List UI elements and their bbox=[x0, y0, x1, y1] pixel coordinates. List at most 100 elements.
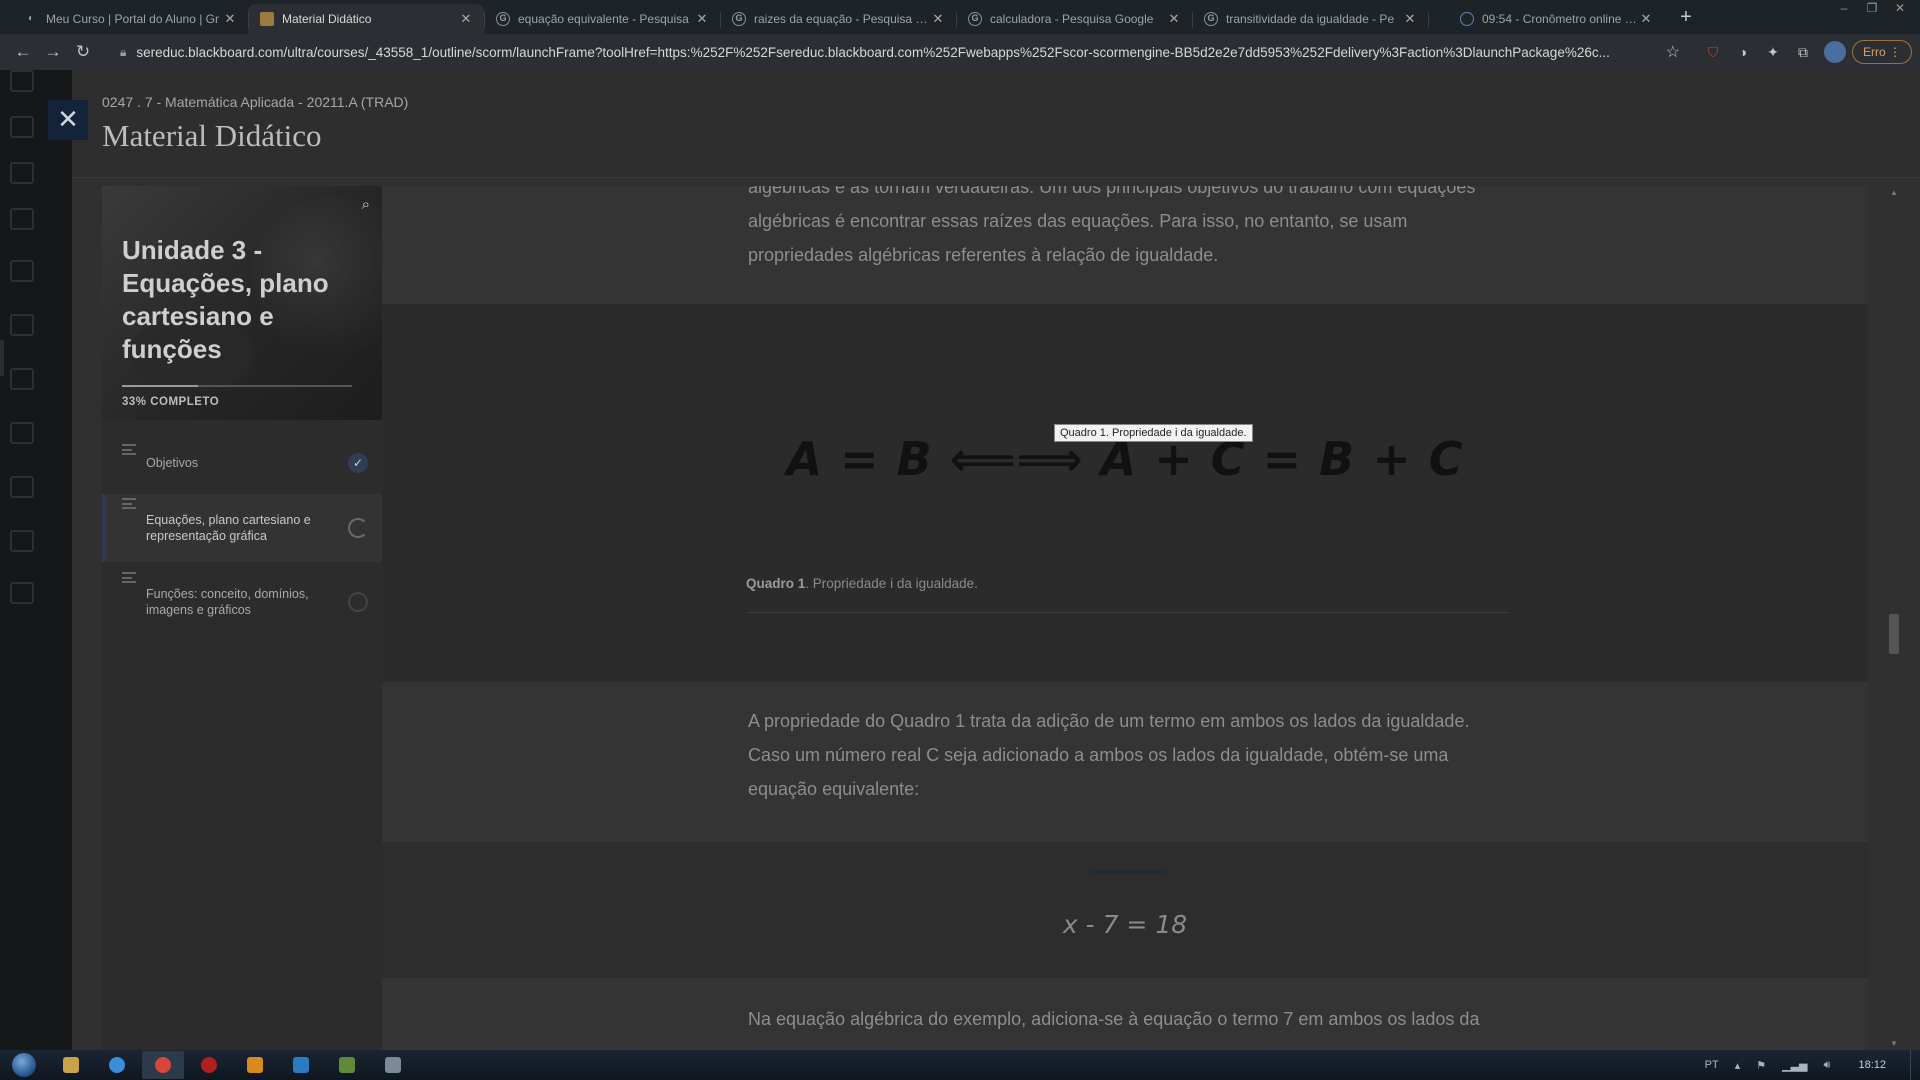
close-tab-icon[interactable]: ✕ bbox=[1638, 11, 1654, 27]
extension-icon[interactable]: ✦ bbox=[1758, 38, 1788, 66]
in-progress-icon bbox=[348, 518, 368, 538]
sign-out-icon[interactable] bbox=[10, 582, 34, 604]
internet-explorer-icon[interactable] bbox=[96, 1051, 138, 1079]
equation-accent-bar bbox=[1090, 870, 1166, 874]
close-window-button[interactable]: ✕ bbox=[1886, 0, 1914, 18]
caption-label: Quadro 1 bbox=[746, 576, 806, 591]
browser-tab[interactable]: 09:54 - Cronômetro online - Rel ✕ bbox=[1428, 4, 1664, 34]
network-icon[interactable]: ▁▃▅ bbox=[1782, 1059, 1807, 1072]
scroll-down-icon[interactable]: ▼ bbox=[1888, 1039, 1900, 1048]
messages-icon[interactable] bbox=[10, 422, 34, 444]
close-tab-icon[interactable]: ✕ bbox=[1402, 11, 1418, 27]
lms-sidebar bbox=[0, 70, 72, 1050]
unit-hero: ⌕ Unidade 3 - Equações, plano cartesiano… bbox=[102, 186, 382, 420]
institution-icon[interactable] bbox=[10, 70, 34, 92]
text-section: Na equação algébrica do exemplo, adicion… bbox=[382, 978, 1868, 1050]
close-tab-icon[interactable]: ✕ bbox=[458, 11, 474, 27]
browser-tab[interactable]: G equação equivalente - Pesquisa ✕ bbox=[484, 4, 720, 34]
google-icon: G bbox=[496, 12, 510, 26]
profile-icon[interactable] bbox=[10, 116, 34, 138]
tools-icon[interactable] bbox=[10, 530, 34, 552]
volume-icon[interactable]: 🔊︎ bbox=[1824, 1059, 1831, 1072]
content-scrollbar[interactable]: ▲ ▼ bbox=[1888, 186, 1900, 1050]
file-explorer-icon[interactable] bbox=[50, 1051, 92, 1079]
vscode-icon[interactable] bbox=[280, 1051, 322, 1079]
forward-icon[interactable]: → bbox=[38, 37, 68, 67]
browser-tab[interactable]: G transitividade da igualdade - Pe ✕ bbox=[1192, 4, 1428, 34]
book-icon bbox=[260, 12, 274, 26]
grades-icon[interactable] bbox=[10, 476, 34, 498]
nav-item-equacoes[interactable]: Equações, plano cartesiano e representaç… bbox=[102, 494, 382, 562]
portal-icon: ◐ bbox=[27, 13, 35, 24]
minimize-button[interactable]: – bbox=[1830, 0, 1858, 18]
profile-avatar[interactable] bbox=[1823, 41, 1846, 63]
close-tab-icon[interactable]: ✕ bbox=[694, 11, 710, 27]
action-center-flag-icon[interactable]: ⚑ bbox=[1756, 1059, 1766, 1072]
paragraph: A propriedade do Quadro 1 trata da adiçã… bbox=[748, 711, 1470, 799]
browser-tab[interactable]: ◐ Meu Curso | Portal do Aluno | Gr ✕ bbox=[12, 4, 248, 34]
url-text[interactable]: sereduc.blackboard.com/ultra/courses/_43… bbox=[136, 45, 1655, 60]
equation: x - 7 = 18 bbox=[1062, 910, 1188, 939]
taskbar-clock[interactable]: 18:12 bbox=[1858, 1059, 1886, 1071]
back-icon[interactable]: ← bbox=[8, 37, 38, 67]
nav-item-label: Equações, plano cartesiano e representaç… bbox=[146, 513, 311, 543]
puzzle-extensions-icon[interactable]: ⧉ bbox=[1788, 38, 1818, 66]
unit-title: Unidade 3 - Equações, plano cartesiano e… bbox=[122, 235, 329, 364]
opera-icon[interactable] bbox=[188, 1051, 230, 1079]
scroll-up-icon[interactable]: ▲ bbox=[1888, 188, 1900, 197]
clock-icon bbox=[1460, 12, 1474, 26]
organizations-icon[interactable] bbox=[10, 314, 34, 336]
caption-divider bbox=[746, 612, 1510, 613]
globe-icon[interactable] bbox=[10, 208, 34, 230]
list-icon bbox=[122, 498, 136, 509]
dark-mode-extension-icon[interactable]: ◑ bbox=[1728, 38, 1758, 66]
taskbar: PT ▴ ⚑ ▁▃▅ 🔊︎ 18:12 bbox=[0, 1050, 1920, 1080]
chrome-icon[interactable] bbox=[142, 1051, 184, 1079]
figure-caption: Quadro 1. Propriedade i da igualdade. bbox=[746, 576, 978, 591]
app-icon[interactable] bbox=[326, 1051, 368, 1079]
course-breadcrumb: 0247 . 7 - Matemática Aplicada - 20211.A… bbox=[102, 94, 409, 110]
maximize-button[interactable]: ❐ bbox=[1858, 0, 1886, 18]
media-player-icon[interactable] bbox=[234, 1051, 276, 1079]
figure-section: A = B ⟸⟹ A + C = B + C Quadro 1. Proprie… bbox=[382, 304, 1868, 682]
error-badge-label: Erro bbox=[1862, 45, 1886, 59]
close-tab-icon[interactable]: ✕ bbox=[1166, 11, 1182, 27]
close-tab-icon[interactable]: ✕ bbox=[222, 11, 238, 27]
new-tab-button[interactable]: + bbox=[1672, 4, 1700, 32]
browser-tab-active[interactable]: Material Didático ✕ bbox=[248, 4, 484, 34]
progress-label: 33% COMPLETO bbox=[122, 396, 220, 408]
list-icon bbox=[122, 444, 136, 455]
show-hidden-icons-icon[interactable]: ▴ bbox=[1735, 1059, 1741, 1072]
bookmark-star-icon[interactable]: ☆ bbox=[1666, 42, 1680, 62]
window-app-icon[interactable] bbox=[372, 1051, 414, 1079]
progress-fill bbox=[122, 385, 198, 387]
nav-item-objetivos[interactable]: Objetivos ✓ bbox=[102, 440, 382, 486]
paragraph: Na equação algébrica do exemplo, adicion… bbox=[748, 1009, 1480, 1029]
courses-icon[interactable] bbox=[10, 260, 34, 282]
tab-title: Material Didático bbox=[282, 12, 372, 26]
close-panel-button[interactable]: ✕ bbox=[48, 100, 88, 140]
browser-tab[interactable]: G raizes da equação - Pesquisa Go ✕ bbox=[720, 4, 956, 34]
browser-tab[interactable]: G calculadora - Pesquisa Google ✕ bbox=[956, 4, 1192, 34]
search-icon[interactable]: ⌕ bbox=[362, 196, 370, 213]
shield-extension-icon[interactable]: ⛉ bbox=[1698, 38, 1728, 66]
equation-section: x - 7 = 18 bbox=[382, 842, 1868, 978]
address-bar[interactable]: 🔒︎ sereduc.blackboard.com/ultra/courses/… bbox=[110, 38, 1690, 66]
language-indicator[interactable]: PT bbox=[1705, 1059, 1719, 1071]
nav-item-label: Funções: conceito, domínios, imagens e g… bbox=[146, 587, 309, 617]
reload-icon[interactable]: ↻ bbox=[68, 37, 98, 67]
activity-icon[interactable] bbox=[10, 162, 34, 184]
windows-logo-icon bbox=[12, 1053, 36, 1077]
show-desktop-button[interactable] bbox=[1910, 1050, 1920, 1080]
image-tooltip: Quadro 1. Propriedade i da igualdade. bbox=[1054, 424, 1253, 442]
google-icon: G bbox=[1204, 12, 1218, 26]
start-button[interactable] bbox=[0, 1050, 48, 1080]
nav-item-funcoes[interactable]: Funções: conceito, domínios, imagens e g… bbox=[102, 568, 382, 636]
scrollbar-thumb[interactable] bbox=[1889, 614, 1899, 654]
calendar-icon[interactable] bbox=[10, 368, 34, 390]
error-badge-button[interactable]: Erro ⋮ bbox=[1851, 40, 1912, 64]
content-panel: ✕ 0247 . 7 - Matemática Aplicada - 20211… bbox=[48, 70, 1920, 1050]
caption-text: . Propriedade i da igualdade. bbox=[805, 576, 978, 591]
close-tab-icon[interactable]: ✕ bbox=[930, 11, 946, 27]
panel-header: ✕ 0247 . 7 - Matemática Aplicada - 20211… bbox=[48, 70, 1920, 178]
